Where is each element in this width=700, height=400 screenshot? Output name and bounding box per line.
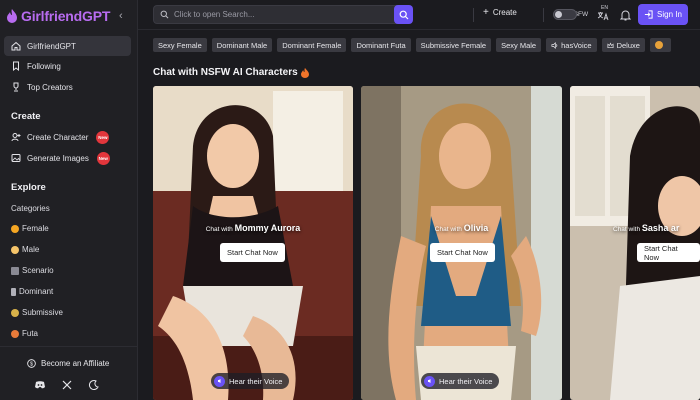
toggle-track — [553, 9, 577, 20]
sidebar-item-label: Create Character — [27, 132, 89, 142]
affiliate-link[interactable]: $ Become an Affiliate — [27, 359, 109, 368]
search-icon — [160, 10, 169, 19]
dominant-emoji-icon — [11, 287, 16, 296]
tag-chip[interactable]: hasVoice — [546, 38, 597, 52]
sidebar-item-following[interactable]: Following — [4, 56, 131, 76]
divider — [543, 8, 544, 22]
search-bar[interactable] — [153, 5, 411, 24]
character-card[interactable]: Chat with Olivia Start Chat Now Hear the… — [361, 86, 562, 400]
voice-icon — [214, 375, 225, 387]
scenario-emoji-icon — [11, 266, 19, 275]
logo-text: GirlfriendGPT — [21, 8, 111, 24]
search-icon — [399, 10, 408, 19]
card-title: Chat with Sasha ar — [613, 223, 680, 233]
collapse-sidebar-icon[interactable]: ‹ — [119, 10, 123, 22]
new-badge: New — [96, 130, 110, 144]
start-chat-button[interactable]: Start Chat Now — [220, 243, 285, 262]
tag-chip[interactable] — [649, 38, 671, 52]
tag-chip[interactable]: Dominant Male — [211, 38, 273, 52]
tag-filter-bar: Sexy Female Dominant Male Dominant Femal… — [153, 38, 693, 52]
tag-chip[interactable]: Submissive Female — [415, 38, 492, 52]
start-chat-button[interactable]: Start Chat Now — [637, 243, 700, 262]
voice-icon — [424, 375, 435, 387]
emoji-icon — [654, 41, 663, 49]
sidebar: GirlfriendGPT ‹ GirlfriendGPT Following … — [0, 0, 138, 400]
category-submissive[interactable]: Submissive — [11, 308, 63, 317]
login-icon — [644, 10, 653, 19]
sidebar-item-top-creators[interactable]: Top Creators — [4, 77, 131, 97]
character-card[interactable]: Chat with Sasha ar Start Chat Now — [570, 86, 700, 400]
bell-icon[interactable] — [620, 9, 631, 21]
page-title: Chat with NSFW AI Characters — [153, 67, 309, 78]
bookmark-icon — [13, 61, 19, 71]
hear-voice-button[interactable]: Hear their Voice — [421, 373, 500, 389]
dark-mode-icon[interactable] — [88, 379, 100, 391]
topbar: + Create NSFW EN Sign In — [138, 0, 700, 30]
categories-label[interactable]: Categories — [11, 204, 50, 213]
submissive-emoji-icon — [11, 308, 19, 317]
male-emoji-icon — [11, 245, 19, 254]
tag-chip[interactable]: Dominant Female — [277, 38, 347, 52]
app-root: GirlfriendGPT ‹ GirlfriendGPT Following … — [0, 0, 700, 400]
character-card[interactable]: Chat with Mommy Aurora Start Chat Now He… — [153, 86, 353, 400]
logo[interactable]: GirlfriendGPT — [6, 8, 110, 24]
tag-chip[interactable]: Dominant Futa — [351, 38, 411, 52]
sidebar-item-label: GirlfriendGPT — [27, 41, 76, 51]
home-icon — [11, 41, 21, 51]
sidebar-item-label: Following — [27, 61, 61, 71]
translate-icon — [597, 12, 609, 21]
voice-icon — [551, 41, 558, 49]
plus-icon: + — [483, 7, 489, 18]
sidebar-item-label: Top Creators — [27, 82, 73, 92]
section-title-create: Create — [11, 111, 41, 122]
dollar-icon: $ — [27, 359, 36, 368]
nsfw-toggle[interactable]: NSFW — [553, 9, 590, 20]
language-button[interactable]: EN — [597, 5, 611, 23]
category-male[interactable]: Male — [11, 245, 39, 254]
toggle-knob — [555, 11, 562, 18]
sidebar-item-label: Generate Images — [27, 153, 89, 163]
category-dominant[interactable]: Dominant — [11, 287, 53, 296]
category-scenario[interactable]: Scenario — [11, 266, 54, 275]
fire-icon — [300, 67, 309, 78]
new-badge: New — [96, 151, 110, 165]
search-button[interactable] — [394, 5, 413, 24]
image-icon — [11, 154, 21, 162]
section-title-explore: Explore — [11, 182, 46, 193]
flame-logo-icon — [7, 9, 17, 23]
futa-emoji-icon — [11, 329, 19, 338]
create-character-icon — [11, 133, 21, 142]
card-title: Chat with Mommy Aurora — [205, 223, 301, 233]
sign-in-button[interactable]: Sign In — [638, 4, 688, 25]
sidebar-footer: $ Become an Affiliate — [0, 346, 138, 400]
category-female[interactable]: Female — [11, 224, 49, 233]
x-icon[interactable] — [61, 379, 73, 391]
tag-chip[interactable]: Sexy Female — [153, 38, 207, 52]
tag-chip[interactable]: Deluxe — [601, 38, 645, 52]
female-emoji-icon — [11, 224, 19, 233]
card-title: Chat with Olivia — [434, 223, 489, 233]
hear-voice-button[interactable]: Hear their Voice — [211, 373, 290, 389]
crown-icon — [607, 42, 614, 48]
sidebar-item-create-character[interactable]: Create Character New — [4, 127, 131, 147]
category-futa[interactable]: Futa — [11, 329, 38, 338]
discord-icon[interactable] — [34, 379, 46, 391]
trophy-icon — [13, 82, 19, 92]
svg-text:$: $ — [30, 362, 33, 368]
search-input[interactable] — [174, 10, 394, 19]
create-button[interactable]: + Create — [483, 7, 517, 18]
start-chat-button[interactable]: Start Chat Now — [430, 243, 495, 262]
tag-chip[interactable]: Sexy Male — [496, 38, 542, 52]
sidebar-item-home[interactable]: GirlfriendGPT — [4, 36, 131, 56]
divider — [473, 8, 474, 22]
sidebar-item-generate-images[interactable]: Generate Images New — [4, 148, 131, 168]
